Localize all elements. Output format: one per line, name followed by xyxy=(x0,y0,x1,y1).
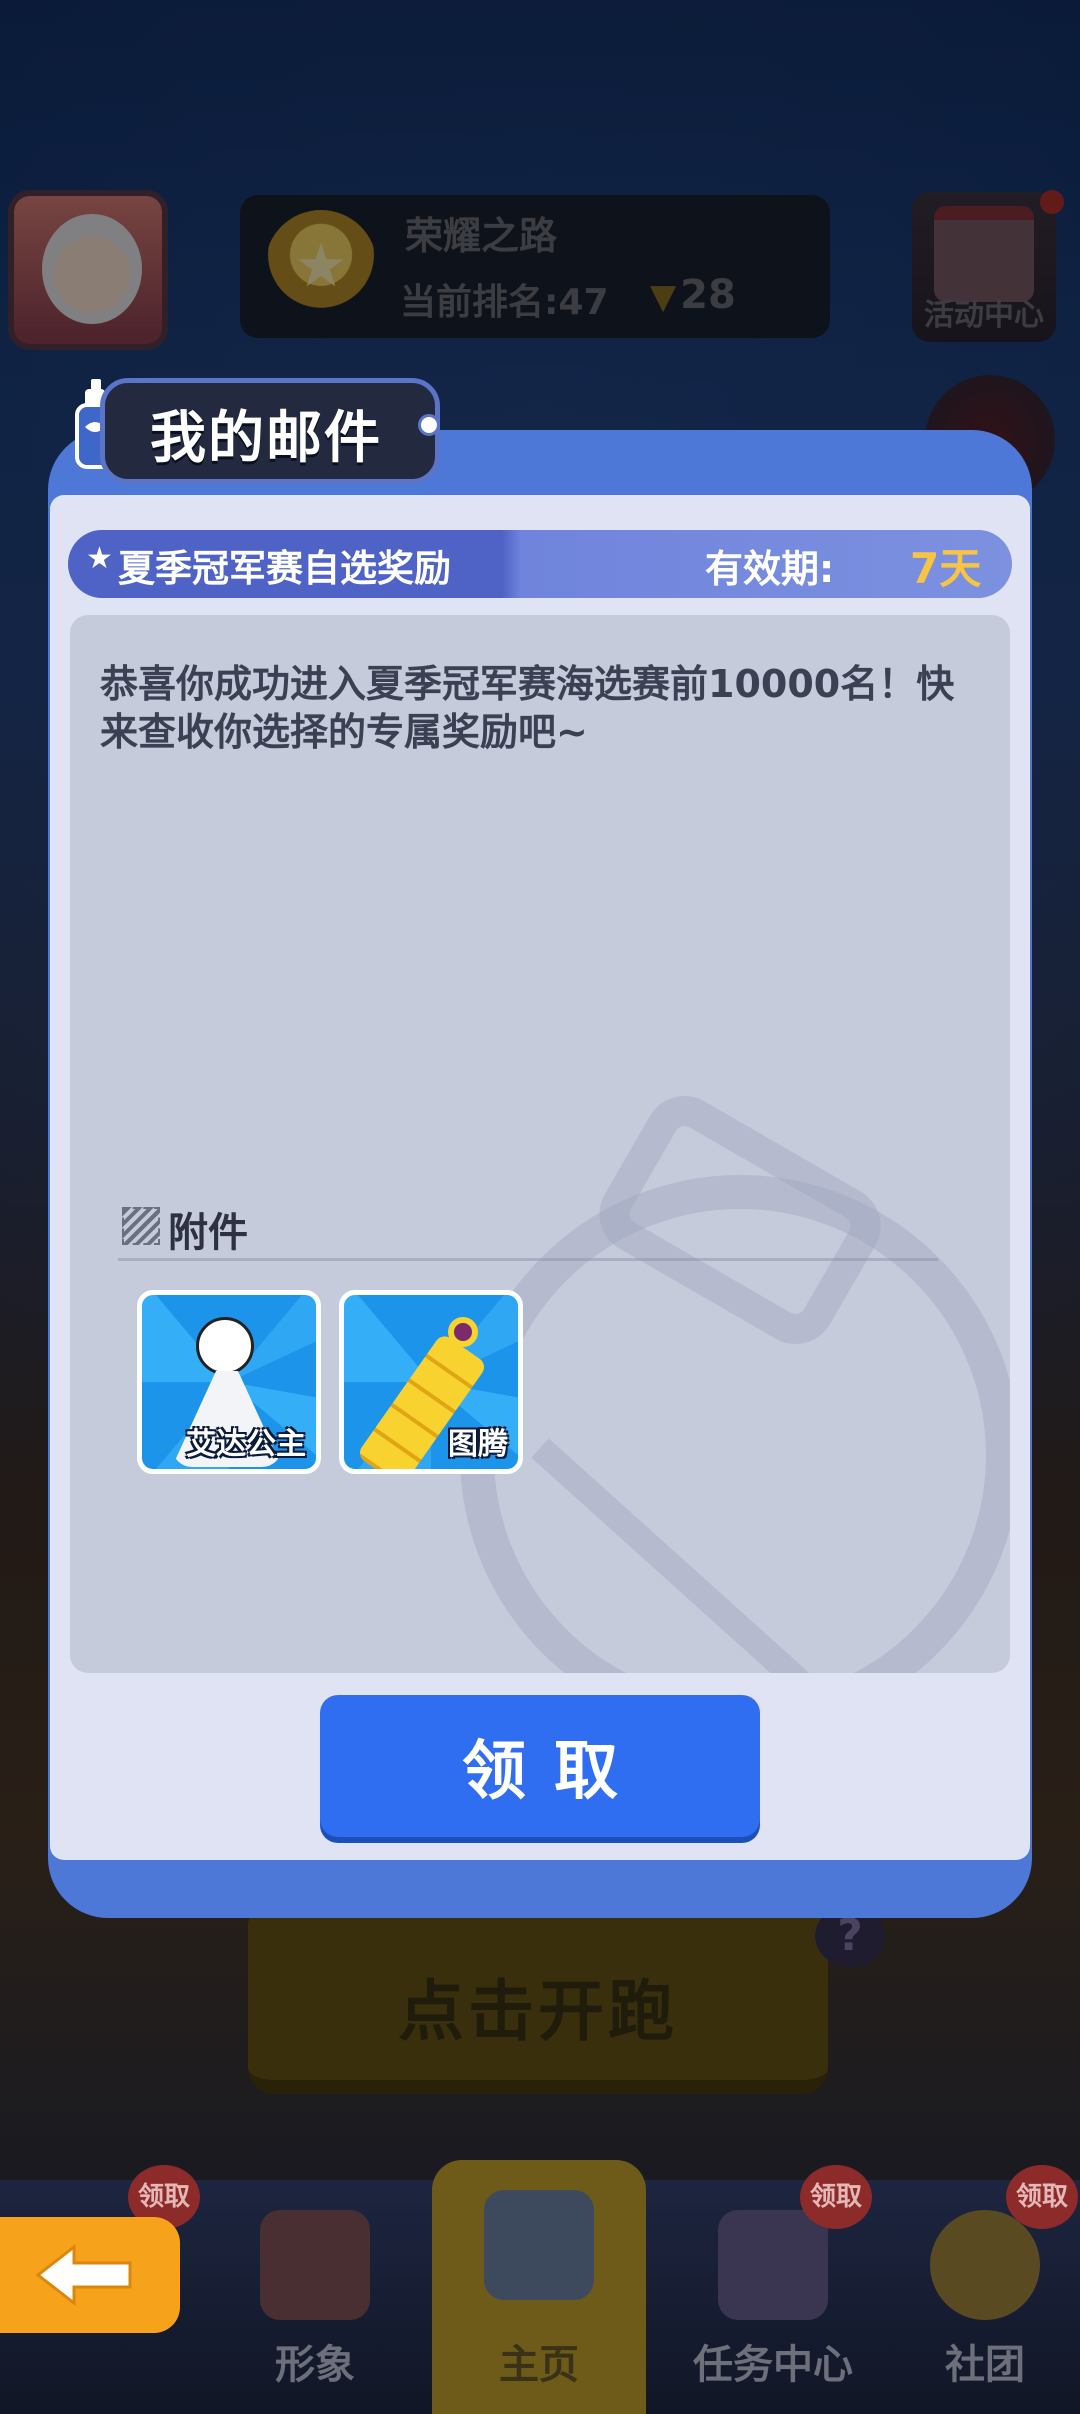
claim-button-label: 领取 xyxy=(462,1735,646,1809)
club-mascot-icon xyxy=(930,2210,1040,2320)
attachment-icon xyxy=(122,1207,160,1245)
back-button[interactable] xyxy=(0,2217,180,2333)
nav-item-home[interactable]: 主页 xyxy=(432,2160,646,2414)
skateboard-map-icon xyxy=(484,2190,594,2300)
nav-item-avatar[interactable]: 形象 xyxy=(215,2180,415,2414)
attachments-divider xyxy=(118,1258,938,1261)
mail-content-box xyxy=(70,615,1010,1673)
validity-value: 7天 xyxy=(910,544,982,593)
attachments-label: 附件 xyxy=(168,1210,248,1256)
attachment-item-label: 艾达公主 xyxy=(186,1427,306,1462)
nav-label: 主页 xyxy=(499,2342,579,2388)
attachment-item-ada-princess[interactable]: 艾达公主 xyxy=(137,1290,321,1474)
claim-button[interactable]: 领取 xyxy=(320,1695,760,1837)
title-decoration-dot xyxy=(418,414,440,436)
mail-title: 我的邮件 xyxy=(150,406,382,471)
mail-subject: 夏季冠军赛自选奖励 xyxy=(118,547,451,590)
attachment-item-label: 图腾 xyxy=(448,1427,508,1462)
ada-princess-icon xyxy=(196,1317,254,1375)
character-icon xyxy=(260,2210,370,2320)
mail-message: 恭喜你成功进入夏季冠军赛海选赛前10000名！快来查收你选择的专属奖励吧~ xyxy=(100,662,955,754)
totem-eye xyxy=(448,1317,478,1347)
attachment-item-totem[interactable]: 图腾 xyxy=(339,1290,523,1474)
trophy-cups-icon xyxy=(718,2210,828,2320)
back-arrow-icon xyxy=(35,2243,132,2307)
star-icon: ★ xyxy=(86,541,113,576)
nav-label: 社团 xyxy=(945,2342,1025,2388)
nav-label: 形象 xyxy=(275,2342,355,2388)
claim-badge: 领取 xyxy=(800,2165,872,2229)
validity-label: 有效期: xyxy=(705,547,835,591)
nav-label: 任务中心 xyxy=(693,2342,853,2388)
claim-badge: 领取 xyxy=(1006,2165,1078,2229)
